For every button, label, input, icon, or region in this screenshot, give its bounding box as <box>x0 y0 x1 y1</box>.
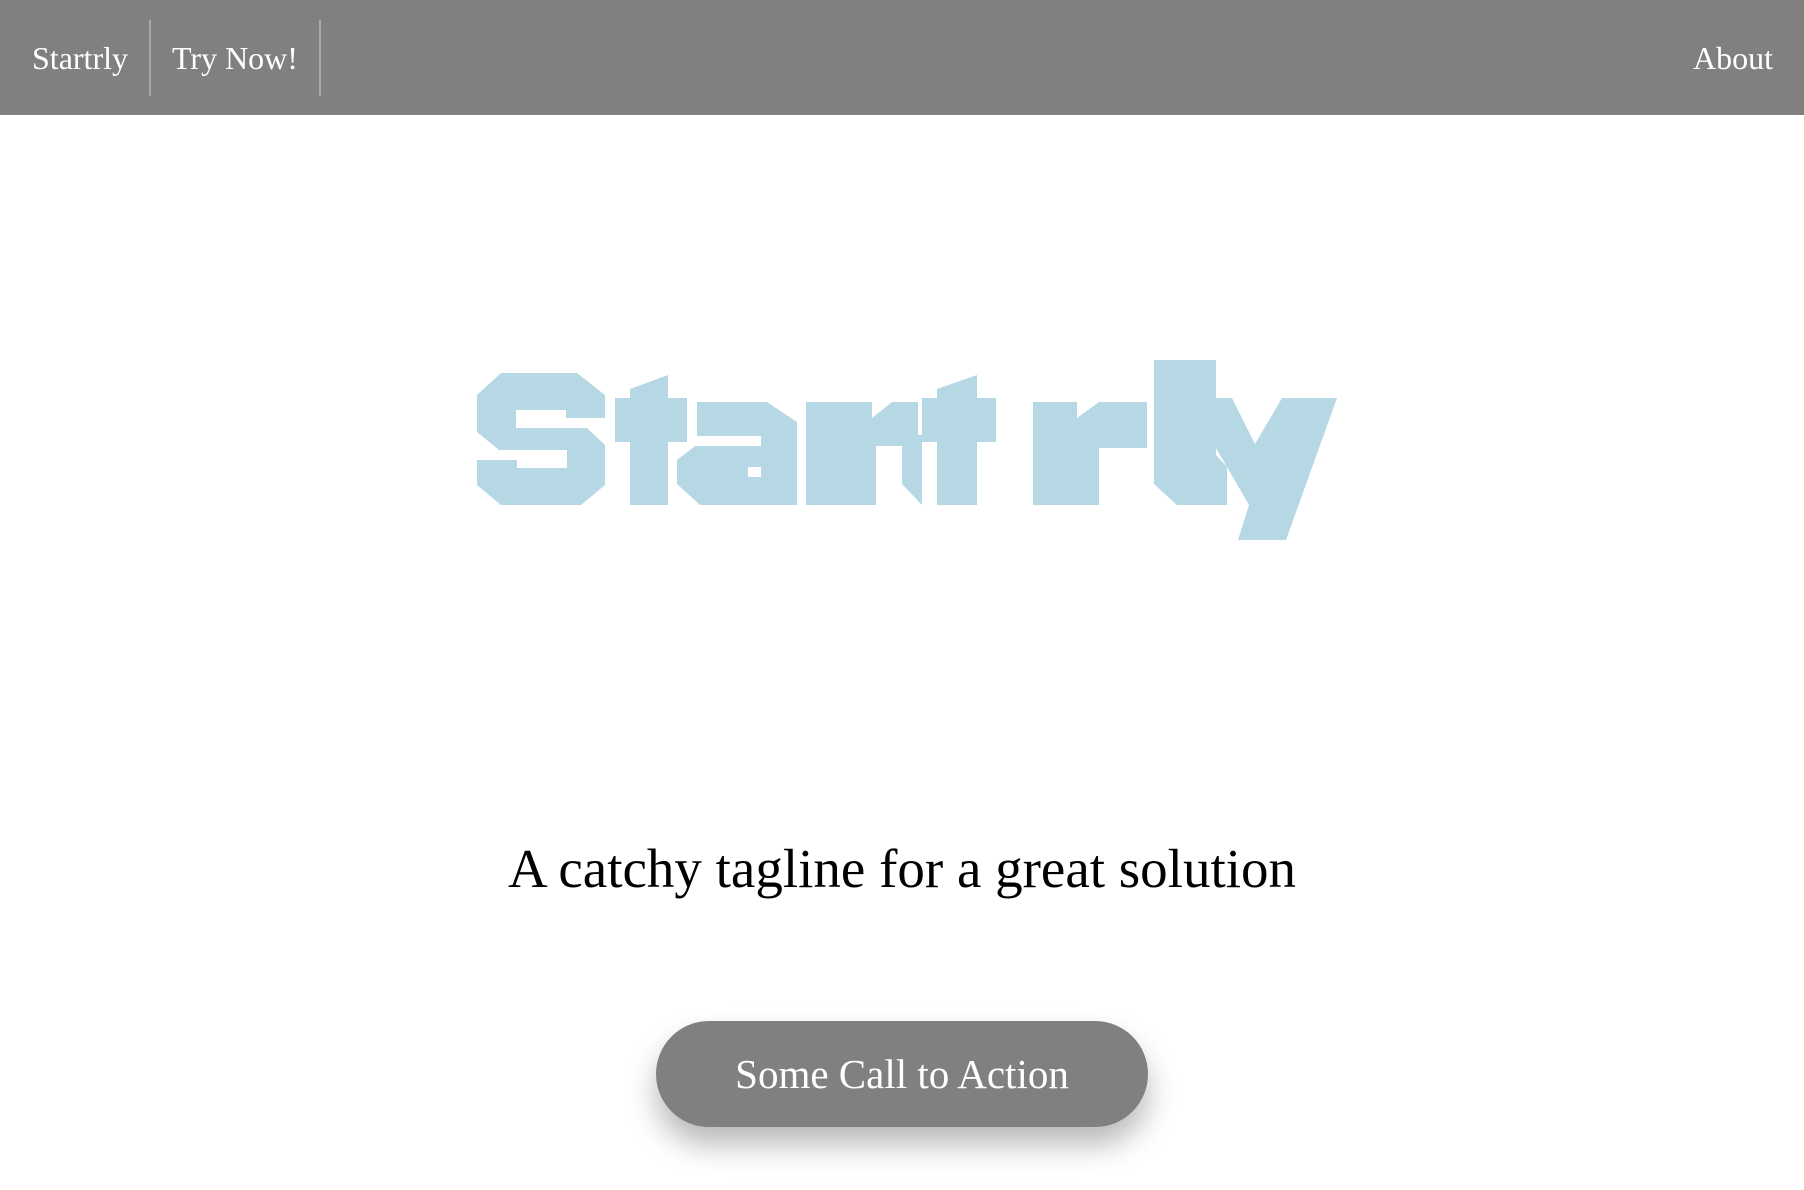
startrly-logo <box>477 360 1339 541</box>
startrly-logo-graphic <box>477 360 1337 540</box>
nav-link-startrly[interactable]: Startrly <box>0 20 149 96</box>
nav-link-about[interactable]: About <box>1693 20 1773 96</box>
secondary-nav: About <box>1693 20 1773 96</box>
top-navigation-bar: Startrly Try Now! About <box>0 0 1804 115</box>
primary-nav: Startrly Try Now! <box>0 20 321 96</box>
call-to-action-button[interactable]: Some Call to Action <box>656 1021 1148 1127</box>
nav-divider <box>318 20 321 96</box>
hero-tagline: A catchy tagline for a great solution <box>507 838 1297 899</box>
nav-link-try-now[interactable]: Try Now! <box>151 20 319 96</box>
